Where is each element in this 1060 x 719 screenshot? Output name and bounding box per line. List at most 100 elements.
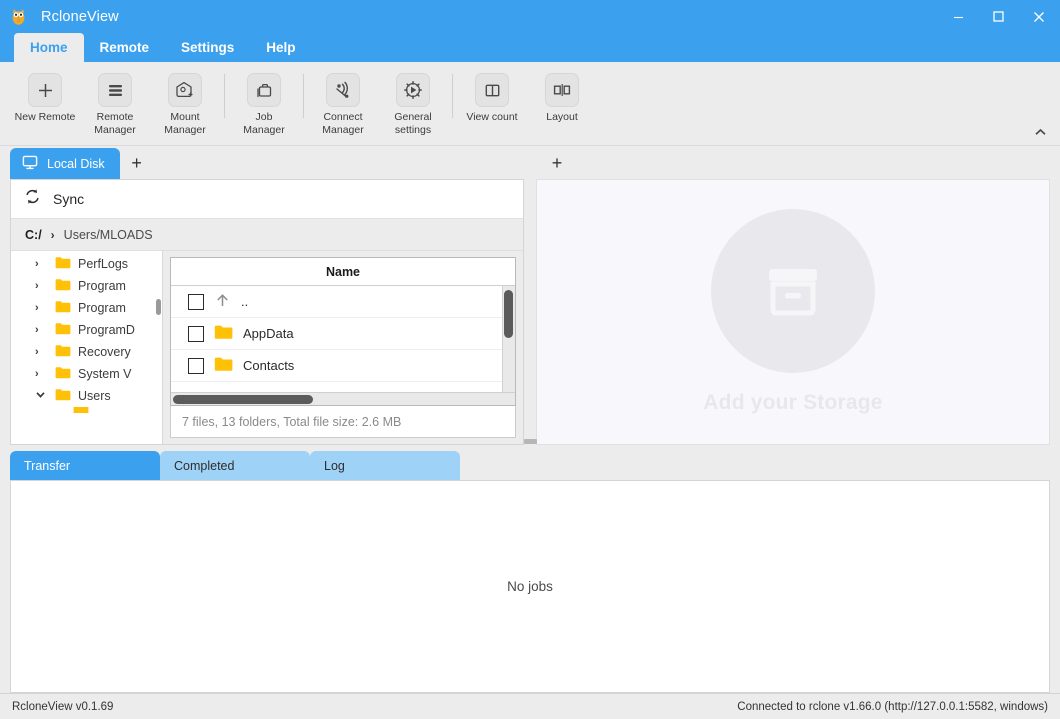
right-pane: + Add your Storage: [530, 146, 1060, 445]
table-row[interactable]: AppData: [171, 318, 515, 350]
app-title: RcloneView: [41, 8, 119, 25]
row-checkbox[interactable]: [188, 293, 204, 310]
jobs-body: No jobs: [10, 480, 1050, 693]
tab-log-label: Log: [324, 458, 345, 473]
chevron-right-icon[interactable]: ›: [35, 346, 39, 358]
chevron-down-icon[interactable]: [35, 389, 46, 403]
maximize-button[interactable]: [978, 0, 1018, 33]
tree-item[interactable]: › ProgramD: [11, 319, 162, 341]
new-remote-button[interactable]: New Remote: [10, 70, 80, 124]
table-row[interactable]: Contacts: [171, 350, 515, 382]
menu-bar: Home Remote Settings Help: [0, 33, 1060, 62]
status-bar: RcloneView v0.1.69 Connected to rclone v…: [0, 693, 1060, 719]
folder-icon: [55, 366, 71, 382]
file-list-rows: .. AppData Contacts: [171, 286, 515, 392]
breadcrumb: C:/ › Users/MLOADS: [11, 219, 523, 251]
remote-manager-label: Remote Manager: [94, 111, 136, 136]
tab-local-disk[interactable]: Local Disk: [10, 148, 120, 179]
chevron-right-icon: ›: [50, 227, 55, 242]
file-list-hscrollbar-thumb[interactable]: [173, 395, 313, 404]
chevron-right-icon[interactable]: ›: [35, 302, 39, 314]
status-connection: Connected to rclone v1.66.0 (http://127.…: [737, 700, 1048, 713]
tab-transfer-label: Transfer: [24, 458, 71, 473]
tab-log[interactable]: Log: [310, 451, 460, 480]
chevron-right-icon[interactable]: ›: [35, 324, 39, 336]
view-count-button[interactable]: View count: [457, 70, 527, 124]
tab-completed[interactable]: Completed: [160, 451, 310, 480]
file-list-header[interactable]: Name: [171, 258, 515, 286]
file-list-vertical-scrollbar[interactable]: [502, 286, 515, 392]
file-list-status: 7 files, 13 folders, Total file size: 2.…: [170, 406, 516, 438]
tree-item[interactable]: › PerfLogs: [11, 253, 162, 275]
close-button[interactable]: [1018, 0, 1060, 33]
menu-tab-settings[interactable]: Settings: [165, 33, 250, 62]
storage-box-icon: [711, 209, 875, 373]
general-settings-button[interactable]: General settings: [378, 70, 448, 136]
title-bar: RcloneView: [0, 0, 1060, 33]
remote-manager-button[interactable]: Remote Manager: [80, 70, 150, 136]
pane-splitter-handle[interactable]: [524, 439, 537, 444]
sync-bar[interactable]: Sync: [11, 180, 523, 219]
connect-manager-button[interactable]: Connect Manager: [308, 70, 378, 136]
tree-item-label: Recovery: [78, 345, 131, 359]
folder-icon: [55, 322, 71, 338]
gear-icon: [396, 73, 430, 107]
monitor-icon: [22, 155, 38, 173]
tree-item[interactable]: › Recovery: [11, 341, 162, 363]
chevron-right-icon[interactable]: ›: [35, 368, 39, 380]
new-remote-label: New Remote: [14, 111, 76, 123]
job-manager-button[interactable]: Job Manager: [229, 70, 299, 136]
chevron-right-icon[interactable]: ›: [35, 258, 39, 270]
tree-item[interactable]: › Program: [11, 297, 162, 319]
menu-tab-remote[interactable]: Remote: [84, 33, 166, 62]
sync-label: Sync: [53, 191, 85, 207]
tab-transfer[interactable]: Transfer: [10, 451, 160, 480]
tree-item[interactable]: › System V: [11, 363, 162, 385]
tree-item-label: System V: [78, 367, 132, 381]
jobs-panel: Transfer Completed Log No jobs: [0, 445, 1060, 693]
tree-vertical-scrollbar[interactable]: [155, 251, 162, 444]
briefcase-icon: [247, 73, 281, 107]
tree-item-label: Users: [78, 389, 111, 403]
job-manager-label: Job Manager: [243, 111, 285, 136]
menu-tab-home[interactable]: Home: [14, 33, 84, 62]
left-pane-add-tab-button[interactable]: +: [120, 148, 154, 179]
layout-button[interactable]: Layout: [527, 70, 597, 124]
main-split-area: Local Disk + Sync C:/ › Users/MLOADS › P…: [0, 146, 1060, 445]
file-list-horizontal-scrollbar[interactable]: [171, 392, 515, 405]
folder-icon: [55, 388, 71, 404]
table-row[interactable]: ..: [171, 286, 515, 318]
file-name: AppData: [243, 326, 294, 341]
file-list-frame: Name .. AppData Contacts: [170, 257, 516, 406]
mount-manager-label: Mount Manager: [164, 111, 206, 136]
chevron-up-icon[interactable]: [1026, 121, 1054, 143]
breadcrumb-path[interactable]: Users/MLOADS: [64, 228, 153, 242]
mount-manager-button[interactable]: Mount Manager: [150, 70, 220, 136]
left-pane: Local Disk + Sync C:/ › Users/MLOADS › P…: [0, 146, 530, 445]
breadcrumb-root[interactable]: C:/: [25, 228, 42, 242]
menu-tab-help[interactable]: Help: [250, 33, 311, 62]
tree-item[interactable]: Users: [11, 385, 162, 407]
menu-tab-remote-label: Remote: [99, 40, 150, 55]
minimize-button[interactable]: [938, 0, 978, 33]
right-pane-add-tab-button[interactable]: +: [540, 148, 574, 179]
row-checkbox[interactable]: [188, 357, 204, 374]
layout-icon: [545, 73, 579, 107]
folder-icon: [55, 300, 71, 316]
tree-scrollbar-thumb[interactable]: [156, 299, 161, 315]
folder-icon: [214, 356, 233, 375]
folder-icon: [55, 344, 71, 360]
add-storage-dropzone[interactable]: Add your Storage: [537, 180, 1049, 444]
chevron-right-icon[interactable]: ›: [35, 280, 39, 292]
tree-item[interactable]: › Program: [11, 275, 162, 297]
row-checkbox[interactable]: [188, 325, 204, 342]
tab-completed-label: Completed: [174, 458, 235, 473]
signal-icon: [326, 73, 360, 107]
file-list-scrollbar-thumb[interactable]: [504, 290, 513, 338]
jobs-empty-message: No jobs: [507, 579, 553, 594]
tree-item-label: Program: [78, 301, 126, 315]
tree-item-partial[interactable]: [11, 407, 162, 413]
left-pane-body: Sync C:/ › Users/MLOADS › PerfLogs › Pro…: [10, 179, 524, 445]
menu-tab-settings-label: Settings: [181, 40, 235, 55]
file-name: ..: [241, 294, 249, 309]
